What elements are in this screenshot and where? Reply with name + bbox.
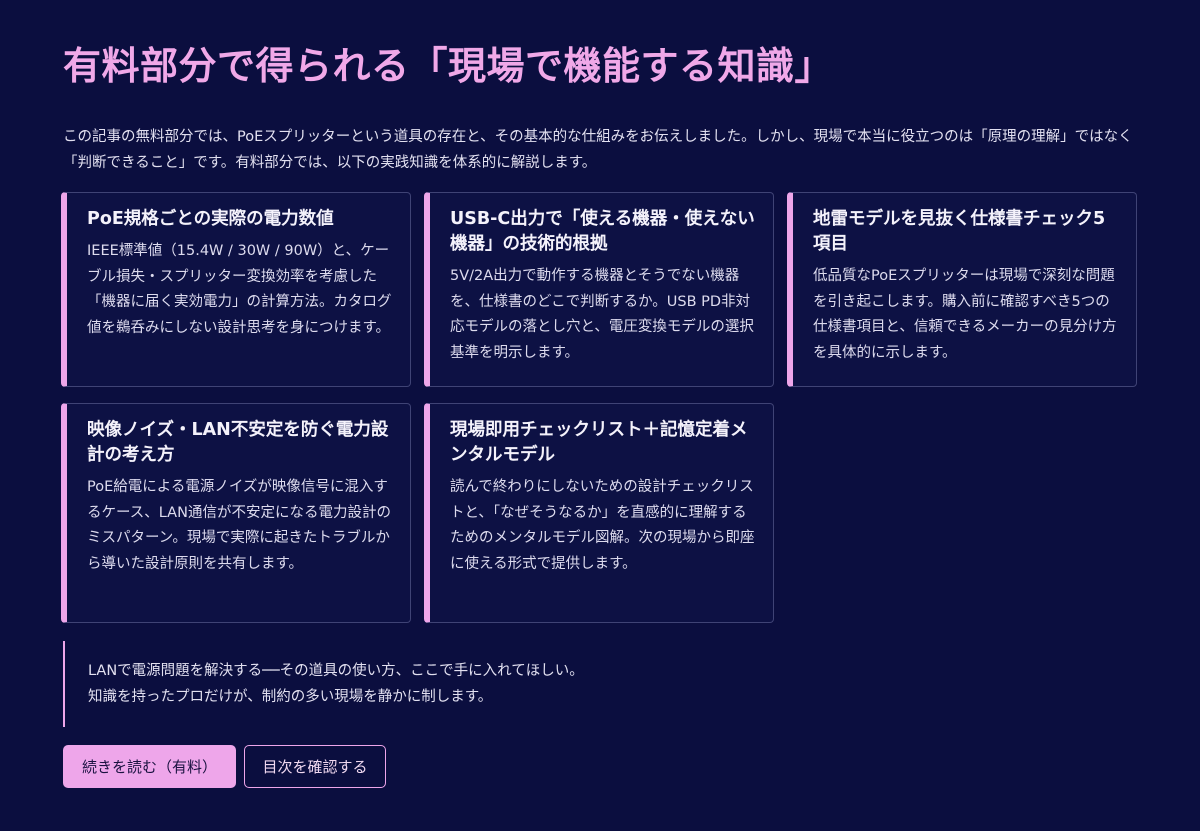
feature-card-title: PoE規格ごとの実際の電力数値 [87,209,334,229]
feature-card-body: PoE給電による電源ノイズが映像信号に混入するケース、LAN通信が不安定になる電… [87,479,391,572]
quote-line: LANで電源問題を解決する──その道具の使い方、ここで手に入れてほしい。 [88,663,584,679]
feature-card-body: 低品質なPoEスプリッターは現場で深刻な問題を引き起こします。購入前に確認すべき… [813,268,1117,361]
page-title: 有料部分で得られる「現場で機能する知識」 [63,44,834,88]
feature-card-body: 5V/2A出力で動作する機器とそうでない機器を、仕様書のどこで判断するか。USB… [450,268,754,361]
quote-line: 知識を持ったプロだけが、制約の多い現場を静かに制します。 [88,689,493,705]
feature-card: 地雷モデルを見抜く仕様書チェック5項目 低品質なPoEスプリッターは現場で深刻な… [787,192,1137,387]
feature-card-body: 読んで終わりにしないための設計チェックリストと、「なぜそうなるか」を直感的に理解… [450,479,755,572]
feature-card: PoE規格ごとの実際の電力数値 IEEE標準値（15.4W / 30W / 90… [61,192,411,387]
closing-quote: LANで電源問題を解決する──その道具の使い方、ここで手に入れてほしい。 知識を… [63,641,584,727]
feature-card-title: 地雷モデルを見抜く仕様書チェック5項目 [813,209,1106,254]
feature-card-title: 現場即用チェックリスト＋記憶定着メンタルモデル [450,420,748,465]
action-buttons: 続きを読む（有料） 目次を確認する [63,745,386,788]
page: 有料部分で得られる「現場で機能する知識」 この記事の無料部分では、PoEスプリッ… [0,0,1200,831]
feature-card-title: 映像ノイズ・LAN不安定を防ぐ電力設計の考え方 [87,420,389,465]
table-of-contents-button[interactable]: 目次を確認する [244,745,386,788]
feature-card-title: USB-C出力で「使える機器・使えない機器」の技術的根拠 [450,209,755,254]
intro-text: この記事の無料部分では、PoEスプリッターという道具の存在と、その基本的な仕組み… [63,129,1133,171]
feature-card: 映像ノイズ・LAN不安定を防ぐ電力設計の考え方 PoE給電による電源ノイズが映像… [61,403,411,623]
feature-grid: PoE規格ごとの実際の電力数値 IEEE標準値（15.4W / 30W / 90… [61,192,1137,624]
read-more-button[interactable]: 続きを読む（有料） [63,745,236,788]
feature-card-body: IEEE標準値（15.4W / 30W / 90W）と、ケーブル損失・スプリッタ… [87,243,392,336]
feature-card: USB-C出力で「使える機器・使えない機器」の技術的根拠 5V/2A出力で動作す… [424,192,774,387]
feature-card: 現場即用チェックリスト＋記憶定着メンタルモデル 読んで終わりにしないための設計チ… [424,403,774,623]
